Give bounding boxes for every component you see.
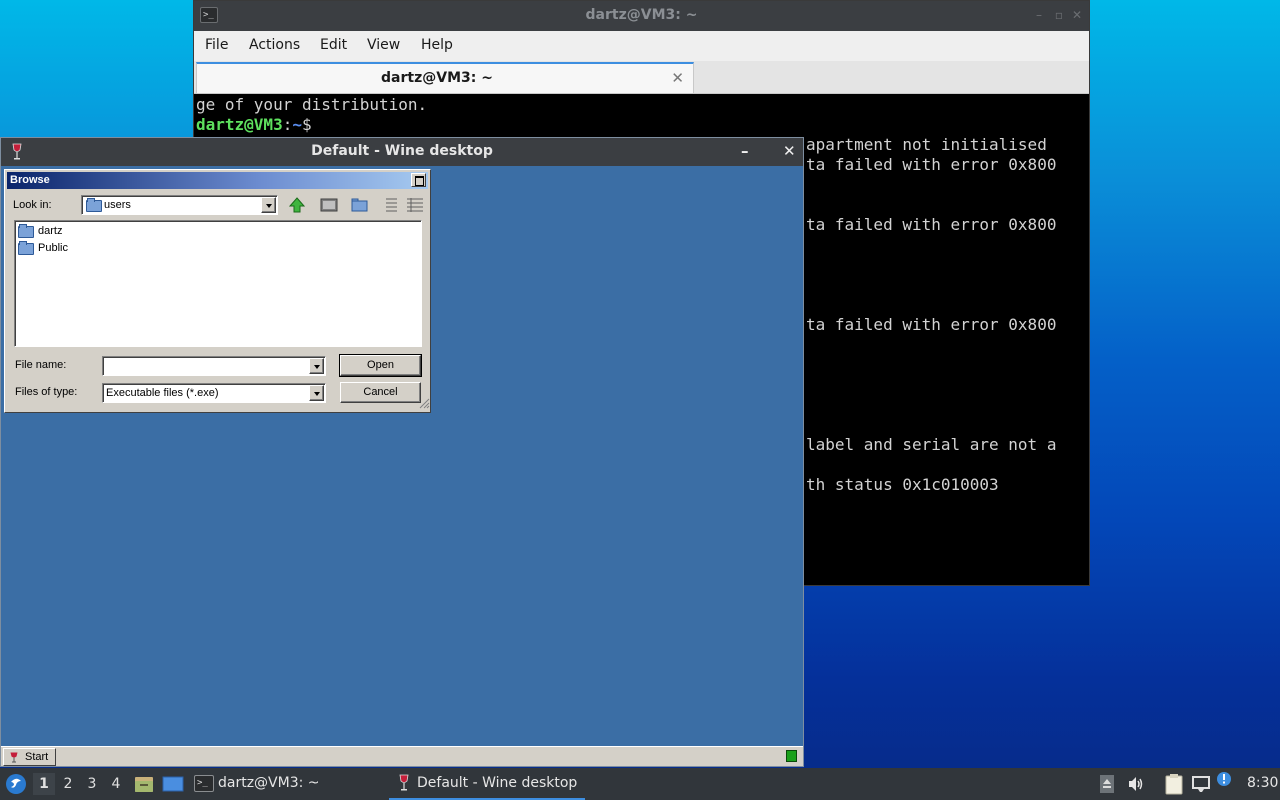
workspace-2[interactable]: 2 (57, 773, 79, 795)
output-line: label and serial are not a (806, 435, 1057, 454)
tab-terminal[interactable]: dartz@VM3: ~ ✕ (196, 62, 694, 93)
terminal-titlebar[interactable]: >_ dartz@VM3: ~ – ▫ ✕ (194, 1, 1089, 31)
wine-titlebar[interactable]: Default - Wine desktop – ✕ (1, 138, 803, 166)
task-terminal-label: dartz@VM3: ~ (218, 775, 320, 791)
details-view-icon[interactable] (404, 195, 426, 215)
prompt-path: ~ (292, 115, 302, 134)
prompt-line: dartz@VM3:~$ (196, 115, 312, 134)
file-type-select[interactable]: Executable files (*.exe) (102, 383, 326, 403)
menu-view[interactable]: View (367, 37, 400, 53)
look-in-combo[interactable]: users (81, 195, 278, 215)
menu-edit[interactable]: Edit (320, 37, 347, 53)
terminal-menubar: File Actions Edit View Help (194, 31, 1089, 61)
file-name-label: File name: (15, 359, 67, 371)
notification-icon[interactable] (1216, 771, 1232, 787)
close-icon[interactable]: ✕ (783, 142, 796, 160)
output-line: th status 0x1c010003 (806, 475, 999, 494)
look-in-value: users (104, 199, 131, 211)
folder-icon (18, 241, 34, 255)
prompt-separator: : (282, 115, 293, 134)
workspace-1[interactable]: 1 (33, 773, 55, 795)
system-panel: 1 2 3 4 >_ dartz@VM3: ~ Default - Wine d… (0, 768, 1280, 800)
tray-status-icon (786, 750, 797, 762)
new-folder-icon[interactable] (349, 195, 371, 215)
folder-icon (18, 224, 34, 238)
look-in-label: Look in: (13, 199, 52, 211)
wine-window-title: Default - Wine desktop (311, 143, 493, 159)
file-name-input[interactable] (102, 356, 326, 376)
maximize-icon[interactable] (411, 173, 426, 187)
tab-close-icon[interactable]: ✕ (671, 69, 684, 87)
output-line: apartment not initialised (806, 135, 1047, 154)
output-line: ta failed with error 0x800 (806, 315, 1057, 334)
prompt-user: dartz@VM3 (196, 115, 283, 134)
minimize-icon[interactable]: – (1032, 8, 1046, 22)
chevron-down-icon[interactable] (261, 197, 276, 213)
clock[interactable]: 8:30 (1247, 775, 1278, 791)
file-manager-icon[interactable] (134, 774, 154, 794)
menu-file[interactable]: File (205, 37, 228, 53)
browse-title: Browse (10, 174, 50, 186)
terminal-app-icon: >_ (194, 775, 214, 792)
workspace-4[interactable]: 4 (105, 773, 127, 795)
start-label: Start (25, 751, 49, 763)
chevron-down-icon[interactable] (309, 358, 324, 374)
terminal-window-title: dartz@VM3: ~ (585, 7, 698, 23)
task-wine-desktop[interactable]: Default - Wine desktop (389, 768, 585, 800)
minimize-icon[interactable]: – (741, 142, 749, 160)
file-type-value: Executable files (*.exe) (106, 387, 219, 399)
clipboard-icon[interactable] (1163, 773, 1185, 795)
resize-grip-icon[interactable] (419, 398, 430, 409)
output-line: ta failed with error 0x800 (806, 155, 1057, 174)
eject-icon[interactable] (1099, 774, 1115, 794)
output-line: ta failed with error 0x800 (806, 215, 1057, 234)
open-button[interactable]: Open (339, 354, 422, 377)
workspace-3[interactable]: 3 (81, 773, 103, 795)
list-item-label: Public (38, 242, 68, 254)
volume-icon[interactable] (1127, 775, 1145, 793)
file-type-label: Files of type: (15, 386, 78, 398)
start-menu-icon[interactable] (5, 773, 27, 795)
menu-actions[interactable]: Actions (249, 37, 300, 53)
start-button[interactable]: Start (3, 748, 56, 766)
close-icon[interactable]: ✕ (1070, 8, 1084, 22)
task-wine-label: Default - Wine desktop (417, 775, 578, 791)
browse-dialog[interactable]: Browse Look in: users dartz Public File … (4, 169, 431, 413)
folder-icon (86, 198, 102, 212)
task-terminal[interactable]: >_ dartz@VM3: ~ (190, 768, 375, 800)
file-list[interactable]: dartz Public (14, 220, 422, 347)
wine-glass-icon (399, 774, 409, 791)
wine-glass-icon (10, 752, 18, 763)
prompt-symbol: $ (301, 115, 312, 134)
wine-desktop-window[interactable]: Default - Wine desktop – ✕ Browse Look i… (0, 137, 804, 767)
list-view-icon[interactable] (381, 195, 403, 215)
wine-taskbar: Start (1, 746, 803, 766)
network-icon[interactable] (1191, 774, 1211, 794)
show-desktop-icon[interactable] (162, 774, 184, 794)
maximize-icon[interactable]: ▫ (1052, 8, 1066, 22)
menu-help[interactable]: Help (421, 37, 453, 53)
desktop-icon[interactable] (318, 195, 340, 215)
cancel-button[interactable]: Cancel (340, 382, 421, 403)
terminal-tabbar: dartz@VM3: ~ ✕ (194, 61, 1089, 94)
browse-titlebar[interactable]: Browse (7, 172, 428, 189)
up-folder-icon[interactable] (286, 195, 308, 215)
tab-label: dartz@VM3: ~ (381, 70, 493, 86)
browse-toolbar (286, 195, 426, 215)
list-item-label: dartz (38, 225, 63, 237)
chevron-down-icon[interactable] (309, 385, 324, 401)
output-line: ge of your distribution. (196, 95, 428, 114)
